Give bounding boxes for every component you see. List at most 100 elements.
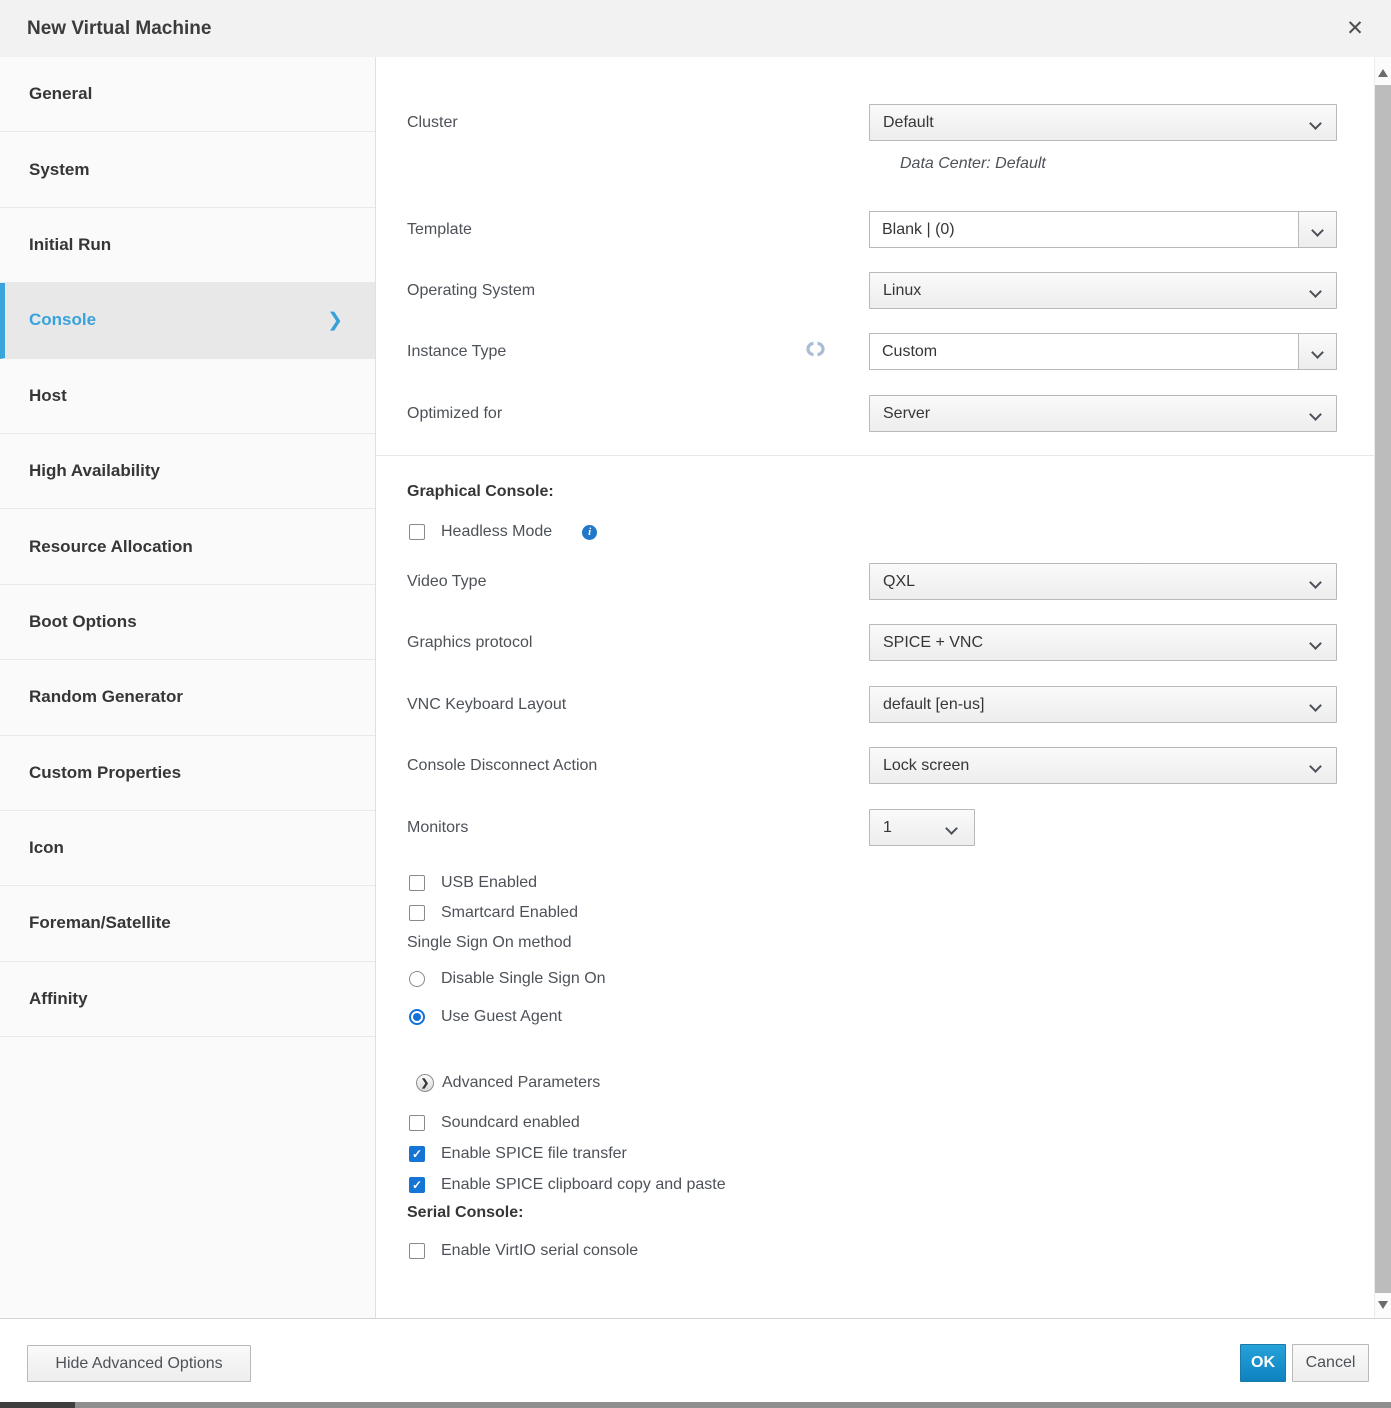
sidebar-item-high-availability[interactable]: High Availability — [0, 434, 375, 509]
sidebar-item-system[interactable]: System — [0, 132, 375, 207]
dialog-title: New Virtual Machine — [27, 18, 211, 40]
chevron-down-icon — [1309, 760, 1322, 773]
sso-method-row: Single Sign On method — [407, 934, 1337, 952]
spice-clipboard-label: Enable SPICE clipboard copy and paste — [441, 1176, 726, 1194]
virtio-serial-checkbox[interactable] — [409, 1243, 425, 1259]
chevron-down-icon — [1309, 576, 1322, 589]
sidebar-item-initial-run[interactable]: Initial Run — [0, 208, 375, 283]
template-value[interactable]: Blank | (0) — [869, 211, 1299, 248]
cluster-label: Cluster — [407, 114, 869, 132]
sidebar-item-affinity[interactable]: Affinity — [0, 962, 375, 1037]
soundcard-enabled-checkbox[interactable] — [409, 1115, 425, 1131]
dialog-titlebar: New Virtual Machine ✕ — [0, 0, 1391, 57]
check-icon: ✓ — [412, 1148, 422, 1160]
scroll-up-arrow-icon[interactable] — [1378, 69, 1388, 77]
cluster-row: Cluster Default — [407, 104, 1337, 141]
sso-disable-row: Disable Single Sign On — [409, 970, 1337, 988]
instance-type-value[interactable]: Custom — [869, 333, 1299, 370]
ok-button[interactable]: OK — [1240, 1344, 1286, 1382]
vnc-keyboard-label: VNC Keyboard Layout — [407, 696, 869, 714]
page-bottom-scrollbar — [0, 1402, 1391, 1408]
headless-mode-row: Headless Mode i — [409, 523, 1337, 541]
template-label: Template — [407, 221, 869, 239]
virtio-serial-label: Enable VirtIO serial console — [441, 1242, 638, 1260]
section-divider — [376, 455, 1374, 456]
vnc-keyboard-select[interactable]: default [en-us] — [869, 686, 1337, 723]
dialog-footer: Hide Advanced Options OK Cancel — [0, 1318, 1391, 1403]
chevron-down-icon — [1309, 699, 1322, 712]
sso-guest-agent-radio[interactable] — [409, 1009, 425, 1025]
sidebar-item-custom-properties[interactable]: Custom Properties — [0, 736, 375, 811]
headless-mode-checkbox[interactable] — [409, 524, 425, 540]
advanced-parameters-row: ❯ Advanced Parameters — [416, 1074, 1337, 1092]
scrollbar-thumb[interactable] — [1375, 85, 1391, 1293]
video-type-row: Video Type QXL — [407, 563, 1337, 600]
serial-console-heading: Serial Console: — [407, 1204, 523, 1222]
vnc-keyboard-row: VNC Keyboard Layout default [en-us] — [407, 686, 1337, 723]
soundcard-enabled-row: Soundcard enabled — [409, 1114, 1337, 1132]
broken-link-icon — [803, 341, 828, 362]
info-icon[interactable]: i — [582, 525, 597, 540]
chevron-down-icon — [1311, 224, 1324, 237]
cluster-select[interactable]: Default — [869, 104, 1337, 141]
instance-type-combobox[interactable]: Custom — [869, 333, 1337, 370]
check-icon: ✓ — [412, 1179, 422, 1191]
template-combobox[interactable]: Blank | (0) — [869, 211, 1337, 248]
instance-type-dropdown-button[interactable] — [1298, 333, 1337, 370]
video-type-label: Video Type — [407, 573, 869, 591]
sso-method-label: Single Sign On method — [407, 934, 572, 952]
optimized-for-row: Optimized for Server — [407, 395, 1337, 432]
operating-system-row: Operating System Linux — [407, 272, 1337, 309]
headless-mode-label: Headless Mode — [441, 523, 552, 541]
page-bottom-scrollbar-thumb — [0, 1402, 75, 1408]
close-icon[interactable]: ✕ — [1341, 14, 1369, 42]
chevron-right-icon: ❯ — [327, 309, 343, 332]
sso-disable-radio[interactable] — [409, 971, 425, 987]
smartcard-enabled-label: Smartcard Enabled — [441, 904, 578, 922]
optimized-for-select[interactable]: Server — [869, 395, 1337, 432]
operating-system-select[interactable]: Linux — [869, 272, 1337, 309]
vertical-scrollbar[interactable] — [1374, 57, 1391, 1318]
form-content: Cluster Default Data Center: Default Tem… — [376, 57, 1374, 1318]
sso-guest-agent-label: Use Guest Agent — [441, 1008, 562, 1026]
soundcard-enabled-label: Soundcard enabled — [441, 1114, 580, 1132]
sidebar-item-foreman-satellite[interactable]: Foreman/Satellite — [0, 886, 375, 961]
sidebar-item-random-generator[interactable]: Random Generator — [0, 660, 375, 735]
smartcard-enabled-checkbox[interactable] — [409, 905, 425, 921]
spice-file-transfer-row: ✓ Enable SPICE file transfer — [409, 1145, 1337, 1163]
chevron-down-icon — [1309, 117, 1322, 130]
sidebar-item-icon[interactable]: Icon — [0, 811, 375, 886]
expand-chevron-icon[interactable]: ❯ — [416, 1074, 434, 1092]
graphical-console-heading: Graphical Console: — [407, 483, 554, 501]
operating-system-label: Operating System — [407, 282, 869, 300]
chevron-down-icon — [945, 822, 958, 835]
advanced-parameters-label[interactable]: Advanced Parameters — [442, 1074, 600, 1092]
scroll-down-arrow-icon[interactable] — [1378, 1301, 1388, 1309]
new-vm-dialog: New Virtual Machine ✕ General System Ini… — [0, 0, 1391, 1408]
sidebar: General System Initial Run Console ❯ Hos… — [0, 57, 376, 1318]
monitors-select[interactable]: 1 — [869, 809, 975, 846]
sidebar-item-boot-options[interactable]: Boot Options — [0, 585, 375, 660]
virtio-serial-row: Enable VirtIO serial console — [409, 1242, 1337, 1260]
chevron-down-icon — [1309, 637, 1322, 650]
spice-file-transfer-checkbox[interactable]: ✓ — [409, 1146, 425, 1162]
template-row: Template Blank | (0) — [407, 211, 1337, 248]
sso-guest-agent-row: Use Guest Agent — [409, 1008, 1337, 1026]
graphics-protocol-select[interactable]: SPICE + VNC — [869, 624, 1337, 661]
optimized-for-label: Optimized for — [407, 405, 869, 423]
spice-clipboard-checkbox[interactable]: ✓ — [409, 1177, 425, 1193]
console-disconnect-select[interactable]: Lock screen — [869, 747, 1337, 784]
usb-enabled-checkbox[interactable] — [409, 875, 425, 891]
console-disconnect-label: Console Disconnect Action — [407, 757, 869, 775]
sidebar-item-host[interactable]: Host — [0, 359, 375, 434]
sidebar-item-console[interactable]: Console ❯ — [0, 283, 375, 358]
sidebar-item-general[interactable]: General — [0, 57, 375, 132]
template-dropdown-button[interactable] — [1298, 211, 1337, 248]
spice-clipboard-row: ✓ Enable SPICE clipboard copy and paste — [409, 1176, 1337, 1194]
cancel-button[interactable]: Cancel — [1292, 1344, 1369, 1382]
instance-type-row: Instance Type Custom — [407, 333, 1337, 370]
dialog-body: General System Initial Run Console ❯ Hos… — [0, 57, 1391, 1318]
hide-advanced-options-button[interactable]: Hide Advanced Options — [27, 1345, 251, 1382]
video-type-select[interactable]: QXL — [869, 563, 1337, 600]
sidebar-item-resource-allocation[interactable]: Resource Allocation — [0, 509, 375, 584]
